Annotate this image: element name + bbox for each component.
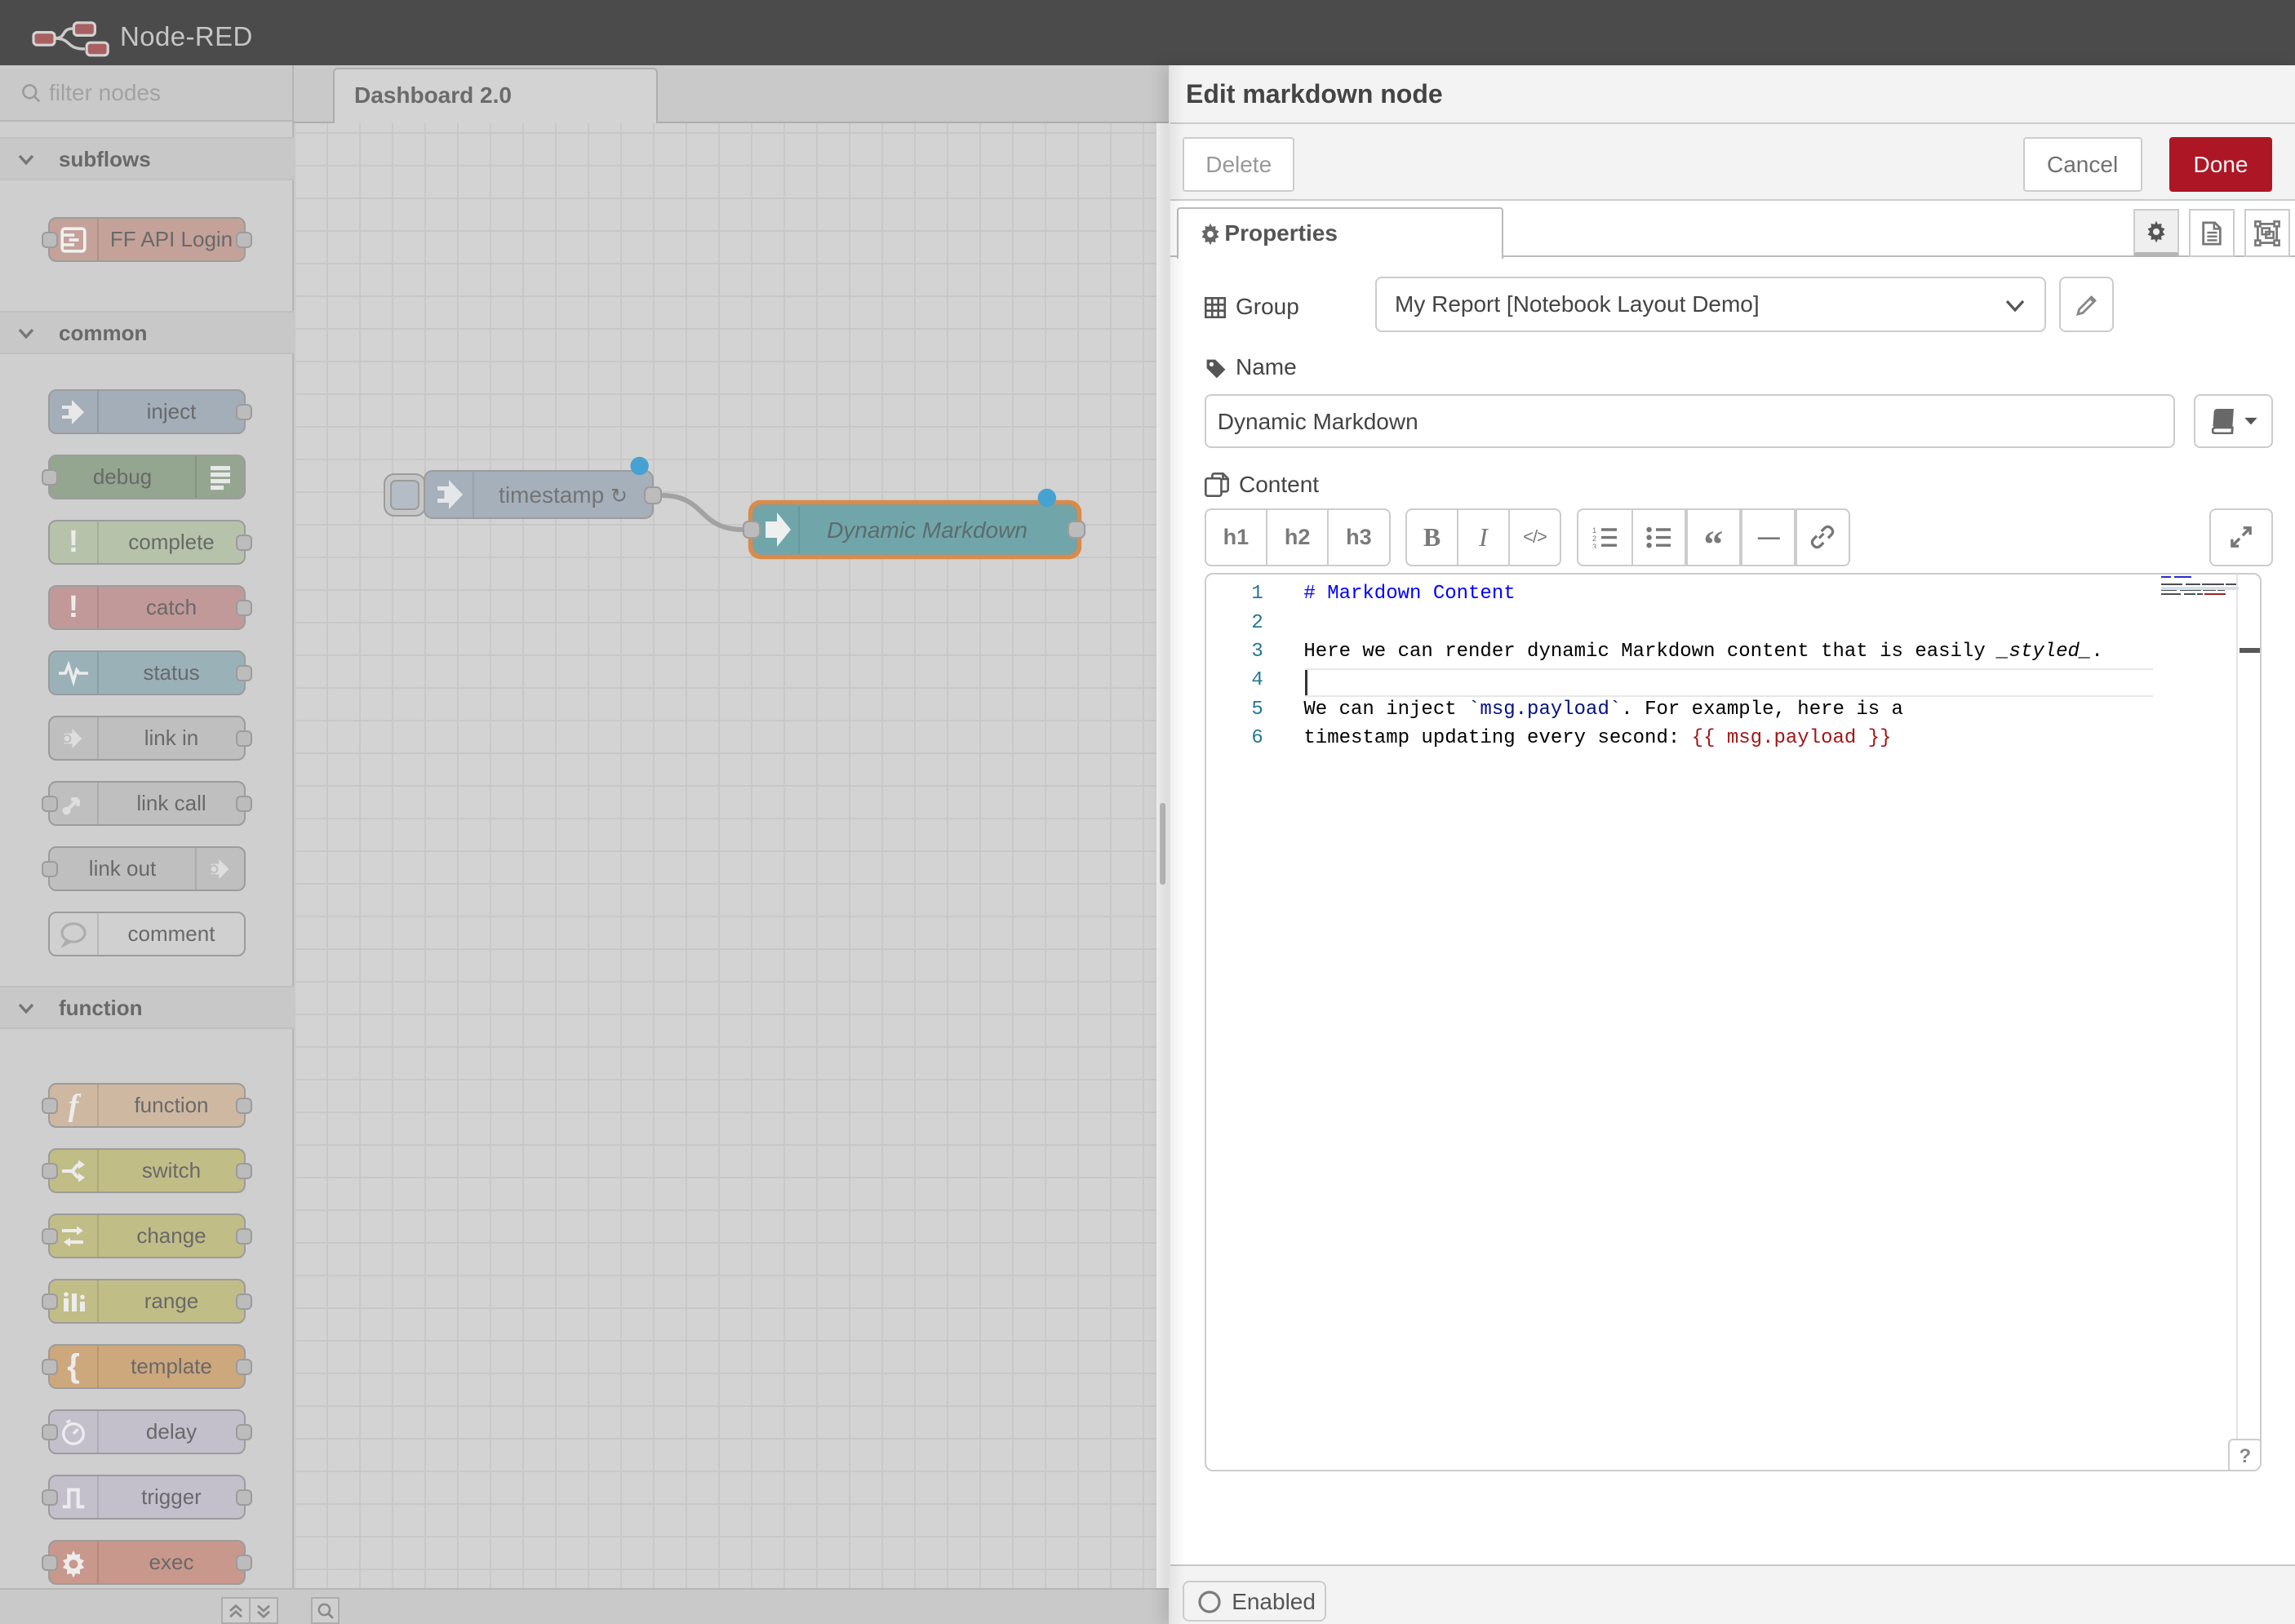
svg-text:3: 3	[1592, 543, 1596, 548]
svg-text:Dynamic Markdown: Dynamic Markdown	[827, 517, 1028, 543]
svg-text:2: 2	[1592, 535, 1596, 544]
svg-text:timestamp ↻: timestamp ↻	[499, 482, 628, 508]
svg-text:1: 1	[1592, 527, 1596, 535]
